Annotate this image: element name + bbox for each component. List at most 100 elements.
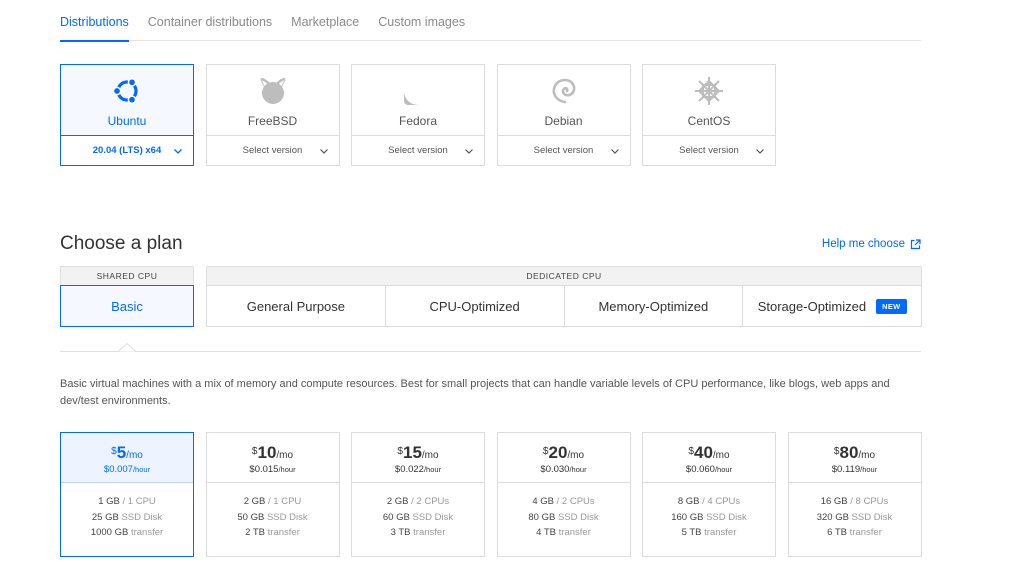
spec-ram: 2 GB: [386, 496, 409, 507]
chevron-down-icon: [174, 149, 182, 154]
spec-cpu: / 4 CPUs: [702, 496, 741, 507]
spec-cpu: / 1 CPU: [122, 496, 156, 507]
price-card-40[interactable]: $40/mo $0.060/hour 8 GB / 4 CPUs 160 GB …: [642, 432, 776, 557]
price-card-15[interactable]: $15/mo $0.022/hour 2 GB / 2 CPUs 60 GB S…: [351, 432, 485, 557]
version-label: Select version: [242, 145, 303, 156]
version-select-fedora[interactable]: Select version: [352, 135, 484, 165]
dedicated-plan-group: General Purpose CPU-Optimized Memory-Opt…: [206, 285, 922, 327]
plan-type-storage-optimized[interactable]: Storage-Optimized NEW: [743, 286, 921, 326]
version-select-freebsd[interactable]: Select version: [206, 135, 339, 165]
version-label: Select version: [388, 145, 448, 156]
distro-card-fedora[interactable]: Fedora Select version: [351, 64, 485, 166]
spec-cpu: / 2 CPUs: [411, 496, 450, 507]
price-period: /mo: [126, 450, 143, 461]
tab-custom-images[interactable]: Custom images: [378, 0, 465, 41]
price-hourly: $0.119: [831, 464, 861, 475]
spec-ram: 1 GB: [98, 496, 120, 507]
distro-card-centos[interactable]: CentOS Select version: [642, 64, 776, 166]
spec-disk-label: SSD Disk: [412, 511, 454, 523]
price-hourly: $0.030: [540, 464, 570, 475]
spec-transfer: 4 TB: [536, 527, 557, 538]
distro-name: FreeBSD: [247, 114, 298, 128]
plan-description: Basic virtual machines with a mix of mem…: [60, 378, 890, 407]
price-monthly: 80: [839, 443, 859, 462]
image-tabs: Distributions Container distributions Ma…: [60, 0, 921, 42]
plan-type-label: Storage-Optimized: [757, 298, 867, 314]
version-select-debian[interactable]: Select version: [497, 135, 630, 165]
selection-pointer-icon: [118, 343, 136, 352]
price-hour-unit: /hour: [569, 465, 587, 474]
fedora-icon: [404, 77, 432, 106]
version-select-centos[interactable]: Select version: [643, 135, 775, 165]
price-monthly: 15: [402, 443, 422, 462]
help-me-choose-link[interactable]: Help me choose: [822, 238, 921, 250]
price-monthly: 20: [548, 443, 568, 462]
spec-transfer-label: transfer: [413, 527, 446, 538]
spec-transfer-label: transfer: [558, 527, 591, 538]
spec-disk-label: SSD Disk: [706, 511, 747, 523]
spec-transfer: 5 TB: [681, 527, 702, 538]
spec-disk-label: SSD Disk: [266, 511, 308, 523]
price-hourly: $0.007: [103, 464, 133, 475]
tab-container-distributions[interactable]: Container distributions: [148, 0, 272, 41]
spec-disk: 60 GB: [382, 511, 410, 523]
spec-ram: 2 GB: [243, 496, 266, 507]
price-hour-unit: /hour: [132, 465, 151, 474]
price-hourly: $0.022: [394, 464, 424, 475]
price-period: /mo: [567, 450, 585, 461]
plan-type-cpu-optimized[interactable]: CPU-Optimized: [386, 286, 565, 326]
price-card-20[interactable]: $20/mo $0.030/hour 4 GB / 2 CPUs 80 GB S…: [496, 432, 631, 557]
plan-type-basic[interactable]: Basic: [60, 285, 194, 327]
freebsd-icon: [259, 77, 286, 104]
external-link-icon: [910, 238, 921, 249]
tab-marketplace[interactable]: Marketplace: [291, 0, 359, 41]
spec-ram: 16 GB: [820, 496, 848, 507]
spec-ram: 4 GB: [532, 496, 554, 507]
price-hour-unit: /hour: [278, 465, 296, 474]
chevron-down-icon: [319, 149, 328, 154]
new-badge: NEW: [876, 298, 907, 314]
price-list: $5/mo $0.007/hour 1 GB / 1 CPU 25 GB SSD…: [60, 432, 922, 557]
ubuntu-icon: [112, 77, 138, 105]
spec-transfer-label: transfer: [704, 527, 737, 538]
plan-type-label: Memory-Optimized: [598, 298, 709, 314]
plan-type-label: General Purpose: [246, 298, 346, 314]
price-card-5[interactable]: $5/mo $0.007/hour 1 GB / 1 CPU 25 GB SSD…: [60, 432, 194, 557]
distro-name: CentOS: [687, 114, 731, 128]
price-period: /mo: [858, 450, 876, 461]
price-card-80[interactable]: $80/mo $0.119/hour 16 GB / 8 CPUs 320 GB…: [787, 432, 922, 557]
price-monthly: 10: [257, 443, 277, 462]
centos-icon: [695, 77, 723, 105]
spec-disk: 25 GB: [91, 511, 119, 523]
spec-transfer: 1000 GB: [90, 527, 129, 538]
section-divider: [60, 351, 921, 352]
distro-name: Fedora: [398, 114, 438, 128]
version-label: 20.04 (LTS) x64: [92, 145, 162, 156]
spec-transfer-label: transfer: [849, 527, 882, 538]
plan-type-memory-optimized[interactable]: Memory-Optimized: [565, 286, 744, 326]
price-hour-unit: /hour: [423, 465, 442, 474]
distro-card-freebsd[interactable]: FreeBSD Select version: [205, 64, 340, 166]
version-select-ubuntu[interactable]: 20.04 (LTS) x64: [61, 135, 193, 165]
spec-transfer: 2 TB: [245, 527, 266, 538]
spec-disk-label: SSD Disk: [557, 511, 599, 523]
chevron-down-icon: [465, 149, 473, 154]
spec-disk: 80 GB: [528, 511, 556, 523]
spec-cpu: / 2 CPUs: [556, 496, 595, 507]
price-hour-unit: /hour: [860, 465, 878, 474]
plan-type-general-purpose[interactable]: General Purpose: [207, 286, 386, 326]
price-card-10[interactable]: $10/mo $0.015/hour 2 GB / 1 CPU 50 GB SS…: [205, 432, 340, 557]
tab-distributions[interactable]: Distributions: [60, 0, 129, 42]
distro-card-ubuntu[interactable]: Ubuntu 20.04 (LTS) x64: [60, 64, 194, 166]
spec-transfer-label: transfer: [130, 527, 164, 538]
chevron-down-icon: [756, 149, 764, 154]
distro-card-debian[interactable]: Debian Select version: [496, 64, 631, 166]
distro-list: Ubuntu 20.04 (LTS) x64 FreeBSD Select ve…: [60, 64, 788, 166]
plan-type-label: CPU-Optimized: [429, 298, 520, 314]
spec-transfer-label: transfer: [267, 527, 300, 538]
price-hourly: $0.015: [249, 464, 279, 475]
price-period: /mo: [421, 450, 439, 461]
spec-transfer: 3 TB: [390, 527, 411, 538]
spec-ram: 8 GB: [677, 496, 700, 507]
price-hour-unit: /hour: [714, 465, 733, 474]
